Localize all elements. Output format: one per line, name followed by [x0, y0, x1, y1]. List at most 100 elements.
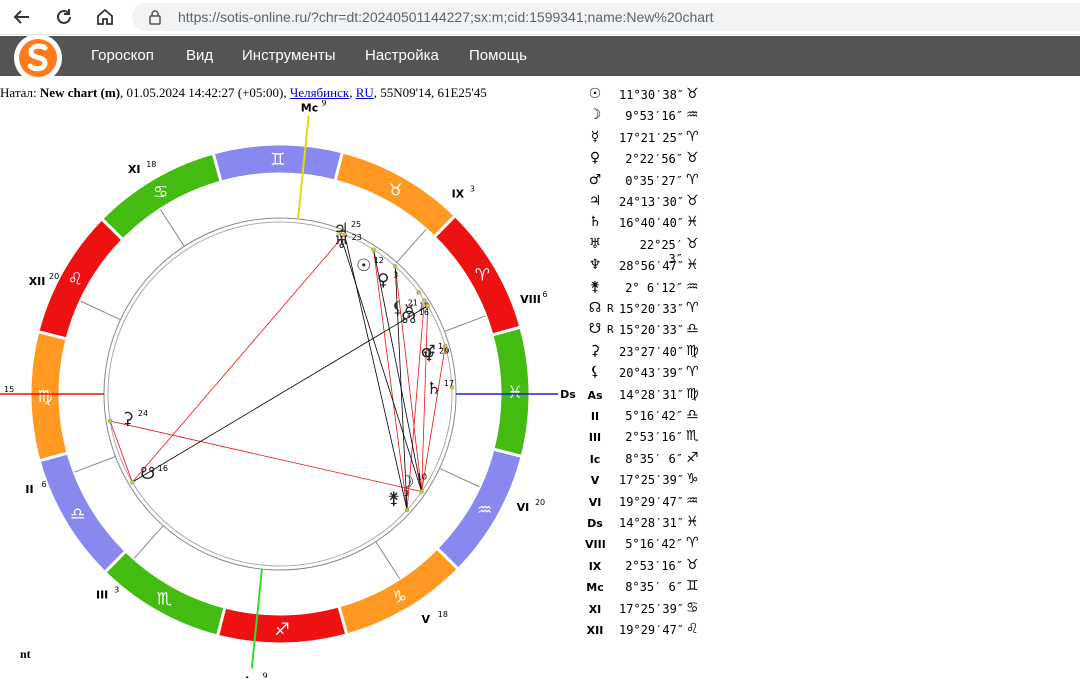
zodiac-sign-glyph: ♊	[270, 150, 285, 170]
menu-view[interactable]: Вид	[186, 47, 213, 64]
position-row: ⚳ 23°27′40″ ♍	[585, 343, 725, 365]
position-value: 2°53′16″	[625, 558, 683, 573]
house-degree: 3	[470, 185, 475, 194]
natal-prefix: Натал:	[0, 85, 37, 100]
position-sign: ♉	[686, 235, 699, 252]
natal-info-line: Натал: New chart (m), 01.05.2024 14:42:2…	[0, 85, 487, 101]
position-symbol: As	[587, 388, 603, 402]
footer-label: nt	[20, 647, 31, 661]
house-label: XII	[29, 275, 46, 288]
house-cusp-line	[74, 456, 116, 473]
position-symbol: II	[590, 410, 600, 423]
position-symbol: ♂	[588, 171, 602, 188]
planet-degree: 25	[351, 220, 361, 229]
country-link[interactable]: RU	[356, 85, 374, 100]
back-arrow-icon[interactable]	[10, 5, 34, 29]
zodiac-sign-glyph: ♍	[37, 387, 52, 407]
planet-degree: 24	[138, 409, 148, 418]
position-symbol: ⚵	[589, 278, 601, 295]
position-row: Mc 8°35′ 6″ ♊	[585, 578, 725, 600]
menu-help[interactable]: Помощь	[469, 47, 527, 64]
house-degree: 6	[41, 480, 46, 489]
position-row: XI 17°25′39″ ♋	[585, 600, 725, 622]
menu-settings[interactable]: Настройка	[365, 47, 439, 64]
position-sign: ♒	[686, 492, 699, 509]
zodiac-sign-glyph: ♎	[70, 504, 85, 524]
planet-degree: 3	[393, 271, 398, 280]
position-sign: ♈	[686, 128, 699, 145]
position-row: VIII 5°16′42″ ♈	[585, 535, 725, 557]
position-symbol: XII	[586, 624, 604, 637]
house-label: III	[96, 588, 108, 601]
aspect-line	[132, 234, 345, 483]
planet-marker	[130, 479, 135, 485]
house-label: VIII	[520, 293, 541, 306]
address-bar[interactable]: https://sotis-online.ru/?chr=dt:20240501…	[132, 3, 1080, 31]
position-row: ☿ 17°21′25″ ♈	[585, 129, 725, 151]
position-row: ☽ 9°53′16″ ♒	[585, 107, 725, 129]
planet-marker	[371, 247, 376, 252]
position-value: 2°22′56″	[625, 152, 683, 167]
position-sign: ♎	[686, 321, 699, 338]
position-value: 28°56′47″	[619, 259, 685, 274]
planet-marker	[419, 489, 424, 494]
position-symbol: ♀	[589, 150, 601, 167]
planet-glyph: ⚳	[122, 409, 134, 429]
position-value: 8°35′ 6″	[625, 580, 683, 595]
menu-tools[interactable]: Инструменты	[242, 47, 336, 64]
position-sign: ♏	[686, 428, 699, 445]
sotis-logo[interactable]	[13, 34, 63, 82]
position-row: ♀ 2°22′56″ ♉	[585, 150, 725, 172]
position-symbol: Mc	[586, 581, 604, 595]
house-label: VI	[517, 501, 530, 514]
position-row: ☉ 11°30′38″ ♉	[585, 86, 725, 108]
planet-glyph: ☉	[356, 256, 371, 276]
natal-datetime: , 01.05.2024 14:42:27 (+05:00),	[120, 85, 290, 100]
house-degree: 18	[146, 160, 156, 169]
position-value: 5°16′42″	[625, 537, 683, 552]
zodiac-sign-glyph: ♐	[275, 620, 290, 640]
position-row: V 17°25′39″ ♑	[585, 471, 725, 493]
menu-horoscope[interactable]: Гороскоп	[91, 47, 154, 64]
position-symbol: ☿	[590, 128, 600, 145]
planet-degree: 3	[404, 489, 409, 498]
position-sign: ♎	[686, 407, 699, 423]
house-cusp-line	[439, 467, 480, 488]
position-value: 17°25′39″	[619, 601, 685, 616]
zodiac-sign-glyph: ♑	[392, 587, 407, 607]
position-row: ⚵ 2° 6′12″ ♒	[585, 279, 725, 301]
position-row: ⚸ 20°43′39″ ♈	[585, 364, 725, 386]
home-icon[interactable]	[93, 5, 117, 29]
planet-glyph: ♅	[334, 233, 349, 253]
position-sign: ♈	[686, 364, 699, 381]
url-text[interactable]: https://sotis-online.ru/?chr=dt:20240501…	[178, 9, 714, 25]
position-value: 15°20′33″	[619, 323, 685, 338]
reload-icon[interactable]	[52, 5, 76, 29]
planet-degree: 12	[374, 256, 384, 265]
position-row: XII 19°29′47″ ♌	[585, 621, 725, 643]
planet-degree: 17	[444, 379, 454, 388]
position-symbol: ⚸	[589, 364, 601, 381]
position-value: 5°16′42″	[625, 409, 683, 423]
city-link[interactable]: Челябинск	[290, 85, 349, 100]
natal-chart-wheel[interactable]: ♈♉♊♋♌♍♎♏♐♑♒♓As15II6III3Ic9V18VI20Ds15VII…	[0, 100, 580, 678]
position-row: II 5°16′42″ ♎	[585, 407, 725, 429]
house-label: V	[422, 613, 431, 626]
planet-glyph: ⚵	[388, 489, 400, 509]
position-value: 14°28′31″	[619, 387, 685, 402]
position-value: 9°53′16″	[625, 109, 683, 124]
position-symbol: III	[588, 431, 602, 445]
position-sign: ♋	[686, 599, 699, 616]
house-degree: 3	[114, 585, 119, 594]
position-row: ♂ 0°35′27″ ♈	[585, 172, 725, 194]
position-value: 14°28′31″	[619, 516, 685, 530]
position-symbol: ☽	[588, 107, 602, 124]
position-sign: ♍	[686, 342, 699, 359]
retrograde-flag: R	[607, 302, 614, 315]
position-symbol: ♆	[588, 257, 602, 274]
position-symbol: VIII	[585, 538, 606, 552]
position-row: ♆ 28°56′47″ ♓	[585, 257, 725, 279]
site-info-icon[interactable]	[148, 9, 162, 29]
zodiac-sign-glyph: ♉	[388, 180, 403, 200]
position-symbol: Ic	[589, 452, 601, 466]
